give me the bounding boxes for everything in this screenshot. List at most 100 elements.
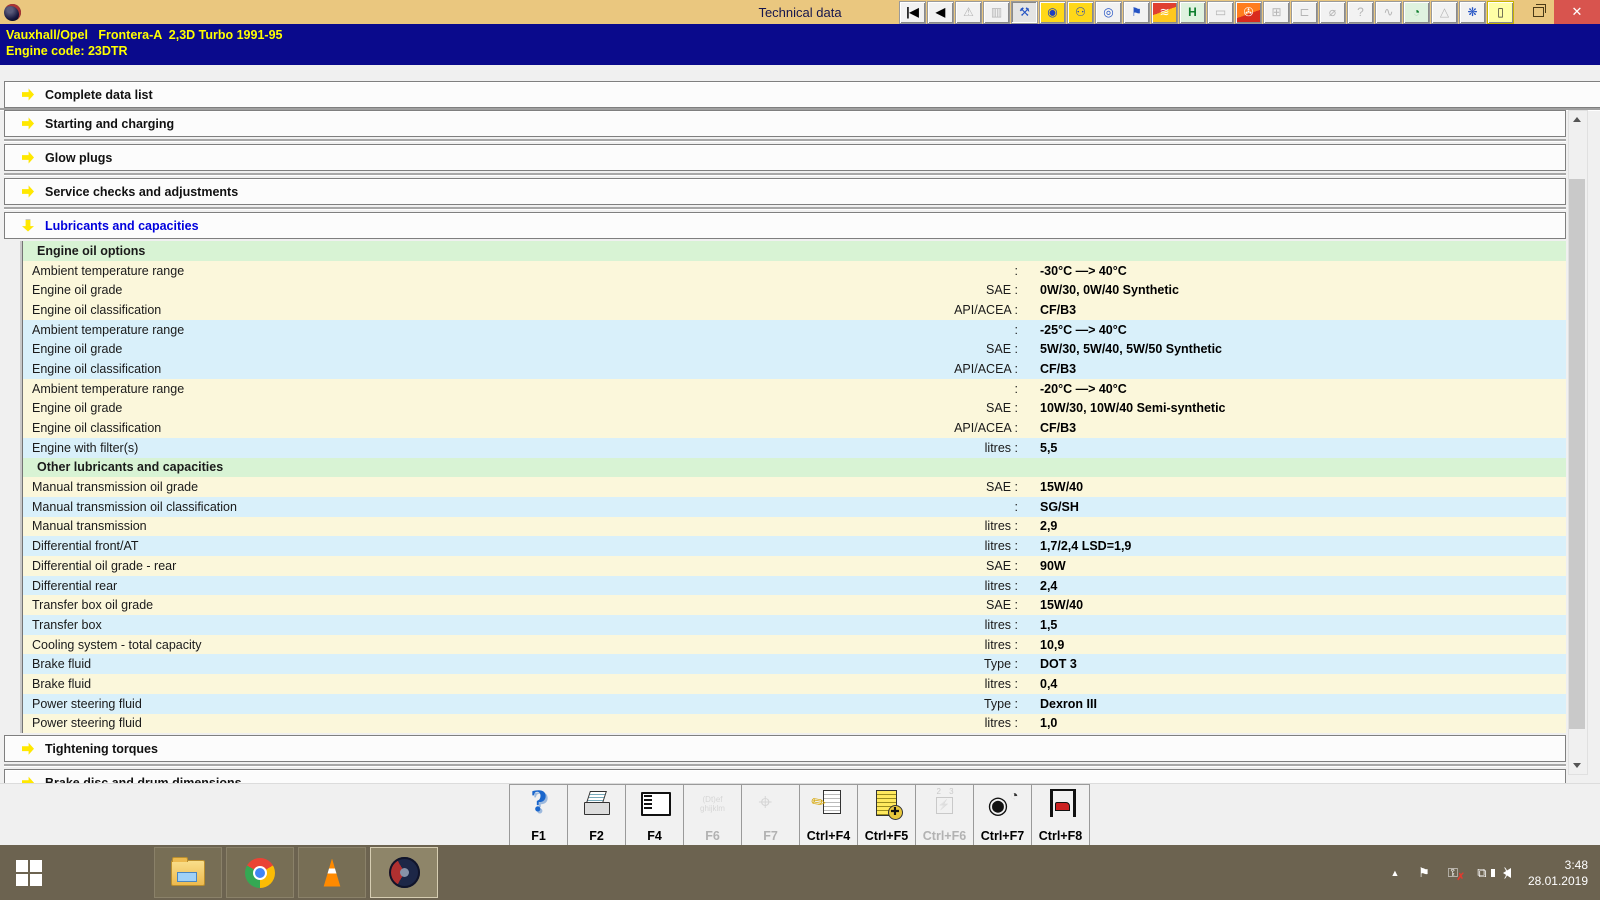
table-row[interactable]: Engine oil grade SAE : 10W/30, 10W/40 Se… [23, 398, 1566, 419]
table-row[interactable]: Other lubricants and capacities [23, 457, 1566, 478]
row-value: SG/SH [1040, 499, 1079, 514]
taskbar-chrome[interactable] [226, 847, 294, 898]
vertical-scrollbar[interactable] [1568, 110, 1588, 775]
table-row[interactable]: Ambient temperature range : -20°C —> 40°… [23, 378, 1566, 399]
table-row[interactable]: Transfer box litres : 1,5 [23, 615, 1566, 635]
row-label: Other lubricants and capacities [37, 460, 224, 475]
table-row[interactable]: Manual transmission litres : 2,9 [23, 516, 1566, 537]
add-data-button-ctrl-f5[interactable]: Ctrl+F5 [857, 784, 916, 847]
taskbar-vlc[interactable] [298, 847, 366, 898]
row-value: DOT 3 [1040, 657, 1077, 672]
function-button-label: Ctrl+F5 [864, 829, 909, 843]
row-unit: SAE : [986, 480, 1018, 495]
row-value: -20°C —> 40°C [1040, 381, 1127, 396]
section-label: Tightening torques [45, 741, 158, 756]
table-row[interactable]: Differential oil grade - rear SAE : 90W [23, 556, 1566, 576]
function-button-label: F4 [647, 829, 662, 843]
tray-network-icon[interactable]: ⧉ [1474, 865, 1490, 881]
taskbar-clock[interactable]: 3:48 28.01.2019 [1528, 857, 1588, 889]
function-button-label: F1 [531, 829, 546, 843]
help-car-icon[interactable]: ? [1347, 0, 1374, 24]
table-row[interactable]: Brake fluid Type : DOT 3 [23, 654, 1566, 675]
table-row[interactable]: Engine oil grade SAE : 0W/30, 0W/40 Synt… [23, 280, 1566, 301]
dictionary-button-f6[interactable]: (Dt)ef ghijklm F6 [683, 784, 742, 847]
vehicle-header: Vauxhall/Opel Frontera-A 2,3D Turbo 1991… [0, 24, 1600, 65]
print-button-f2[interactable]: F2 [567, 784, 626, 847]
section-lubricants-and-capacities[interactable]: Lubricants and capacities [4, 212, 1566, 239]
section-service-checks[interactable]: Service checks and adjustments [4, 178, 1566, 205]
taskbar-file-explorer[interactable] [154, 847, 222, 898]
section-glow-plugs[interactable]: Glow plugs [4, 144, 1566, 171]
table-row[interactable]: Engine with filter(s) litres : 5,5 [23, 437, 1566, 458]
table-row[interactable]: Manual transmission oil grade SAE : 15W/… [23, 477, 1566, 497]
volume-icon[interactable] [1490, 865, 1511, 879]
row-value: 1,0 [1040, 716, 1058, 731]
scrollbar-thumb[interactable] [1569, 179, 1585, 729]
table-row[interactable]: Ambient temperature range : -30°C —> 40°… [23, 260, 1566, 281]
table-row[interactable]: Cooling system - total capacity litres :… [23, 634, 1566, 655]
table-row[interactable]: Power steering fluid Type : Dexron III [23, 693, 1566, 714]
function-button-icon [872, 789, 903, 821]
function-button-label: Ctrl+F4 [806, 829, 851, 843]
section-arrow-icon [22, 88, 34, 101]
app-window: Technical data |◀ ◀ ⚠ ▥ ⚒ ◉ ⚇ ◎ ⚑ ≋ H ▭ … [0, 0, 1600, 900]
row-label: Differential front/AT [32, 539, 139, 554]
measure-icon[interactable]: ⌀ [1319, 0, 1346, 24]
row-value: 10,9 [1040, 637, 1065, 652]
tray-expand-icon[interactable]: ▲ [1387, 868, 1403, 878]
table-row[interactable]: Engine oil grade SAE : 5W/30, 5W/40, 5W/… [23, 339, 1566, 360]
function-button-icon: (Dt)ef ghijklm [700, 795, 725, 813]
engine-icon[interactable]: ❋ [1459, 0, 1486, 24]
gauge-icon[interactable]: ◔ [1403, 0, 1430, 24]
help-button-f1[interactable]: F1 [509, 784, 568, 847]
battery-button-ctrl-f6[interactable]: Ctrl+F6 [915, 784, 974, 847]
row-value: 2,9 [1040, 519, 1058, 534]
lift-button-ctrl-f8[interactable]: Ctrl+F8 [1031, 784, 1090, 847]
table-row[interactable]: Transfer box oil grade SAE : 15W/40 [23, 595, 1566, 616]
close-button[interactable]: ✕ [1554, 0, 1600, 24]
table-row[interactable]: Engine oil classification API/ACEA : CF/… [23, 300, 1566, 320]
connector-icon[interactable]: ▯ [1487, 0, 1514, 24]
row-unit: SAE : [986, 283, 1018, 298]
table-row[interactable]: Differential front/AT litres : 1,7/2,4 L… [23, 536, 1566, 556]
warning-car-icon[interactable]: △ [1431, 0, 1458, 24]
row-label: Manual transmission oil grade [32, 480, 199, 495]
function-button-icon [756, 789, 786, 821]
table-row[interactable]: Engine oil classification API/ACEA : CF/… [23, 418, 1566, 438]
scroll-region: Starting and charging Glow plugs Service… [4, 110, 1566, 802]
table-row[interactable]: Differential rear litres : 2,4 [23, 575, 1566, 596]
section-starting-and-charging[interactable]: Starting and charging [4, 110, 1566, 137]
wheels-button-ctrl-f7[interactable]: Ctrl+F7 [973, 784, 1032, 847]
notes-button-ctrl-f4[interactable]: Ctrl+F4 [799, 784, 858, 847]
section-complete-data-list[interactable]: Complete data list [4, 81, 1600, 108]
start-button[interactable] [0, 845, 58, 900]
table-row[interactable]: Engine oil options [23, 241, 1566, 261]
screen-button-f4[interactable]: F4 [625, 784, 684, 847]
row-unit: litres : [984, 519, 1018, 534]
tray-audio-device-error-icon[interactable]: ⚿ ✗ [1445, 865, 1465, 883]
taskbar-app-icon [171, 856, 205, 886]
row-unit: litres : [984, 539, 1018, 554]
vehicle-line1: Vauxhall/Opel Frontera-A 2,3D Turbo 1991… [6, 28, 283, 42]
scrollbar-up-button[interactable] [1569, 111, 1585, 128]
row-value: 10W/30, 10W/40 Semi-synthetic [1040, 401, 1226, 416]
taskbar-autodata[interactable] [370, 847, 438, 898]
table-row[interactable]: Manual transmission oil classification :… [23, 496, 1566, 517]
section-tightening-torques[interactable]: Tightening torques [4, 735, 1566, 763]
hose-icon[interactable]: ∿ [1375, 0, 1402, 24]
restore-button[interactable] [1522, 0, 1554, 24]
table-row[interactable]: Power steering fluid litres : 1,0 [23, 713, 1566, 734]
row-label: Engine oil grade [32, 342, 123, 357]
pointer-button-f7[interactable]: F7 [741, 784, 800, 847]
function-button-icon [1046, 789, 1076, 821]
section-label: Glow plugs [45, 150, 113, 165]
tray-flag-icon[interactable]: ⚑ [1416, 865, 1432, 881]
row-unit: SAE : [986, 598, 1018, 613]
table-row[interactable]: Engine oil classification API/ACEA : CF/… [23, 359, 1566, 379]
table-row[interactable]: Ambient temperature range : -25°C —> 40°… [23, 319, 1566, 340]
divider [4, 139, 1566, 142]
row-unit: litres : [984, 676, 1018, 691]
row-label: Engine oil options [37, 243, 146, 258]
scrollbar-down-button[interactable] [1569, 757, 1585, 774]
table-row[interactable]: Brake fluid litres : 0,4 [23, 674, 1566, 694]
